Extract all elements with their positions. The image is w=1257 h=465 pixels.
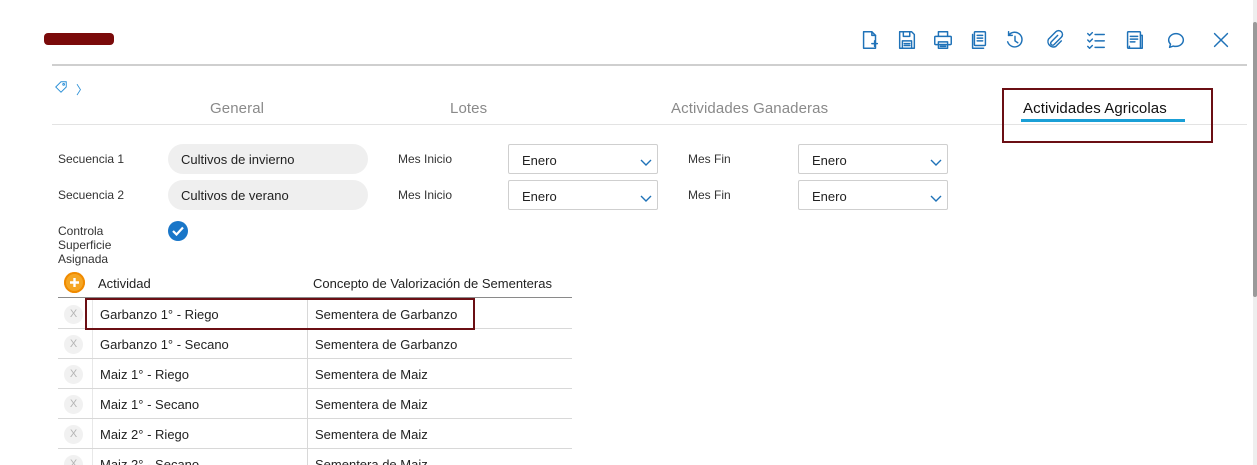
attach-icon[interactable] xyxy=(1042,28,1066,52)
cell-concepto[interactable]: Sementera de Maiz xyxy=(315,457,428,465)
cell-actividad[interactable]: Maiz 2° - Riego xyxy=(100,427,189,442)
tab-lotes[interactable]: Lotes xyxy=(450,100,487,117)
controla-superficie-label: Controla Superficie Asignada xyxy=(58,224,138,266)
cell-actividad[interactable]: Maiz 1° - Secano xyxy=(100,397,199,412)
plus-icon xyxy=(70,278,79,287)
secuencia1-mes-inicio-select[interactable]: Enero xyxy=(508,144,658,174)
delete-row-icon[interactable]: X xyxy=(64,335,83,354)
save-icon[interactable] xyxy=(895,28,919,52)
row-highlight-box xyxy=(85,298,475,330)
check-icon xyxy=(172,226,184,236)
cell-separator xyxy=(92,419,93,449)
cell-separator xyxy=(92,329,93,359)
secuencia1-mes-inicio-label: Mes Inicio xyxy=(398,152,453,166)
table-row[interactable]: X Garbanzo 1° - Secano Sementera de Garban… xyxy=(58,329,572,359)
secuencia2-mes-inicio-select[interactable]: Enero xyxy=(508,180,658,210)
tab-highlight-box xyxy=(1002,88,1213,143)
new-document-icon[interactable] xyxy=(858,28,882,52)
cell-separator xyxy=(307,419,308,449)
select-value: Enero xyxy=(522,153,557,168)
cell-actividad[interactable]: Maiz 1° - Riego xyxy=(100,367,189,382)
secuencia2-mes-inicio-label: Mes Inicio xyxy=(398,188,453,202)
secuencia1-mes-fin-select[interactable]: Enero xyxy=(798,144,948,174)
chevron-down-icon xyxy=(640,191,652,202)
checklist-icon[interactable] xyxy=(1084,28,1108,52)
cell-separator xyxy=(92,449,93,465)
secuencia1-label: Secuencia 1 xyxy=(58,152,125,166)
cell-separator xyxy=(307,389,308,419)
table-row[interactable]: X Maiz 1° - Secano Sementera de Maiz xyxy=(58,389,572,419)
comment-icon[interactable] xyxy=(1164,28,1188,52)
breadcrumb: 〉 xyxy=(54,80,88,98)
cell-separator xyxy=(307,449,308,465)
cell-separator xyxy=(307,329,308,359)
delete-row-icon[interactable]: X xyxy=(64,365,83,384)
breadcrumb-separator: 〉 xyxy=(76,82,89,97)
chevron-down-icon xyxy=(930,155,942,166)
cell-separator xyxy=(92,389,93,419)
delete-row-icon[interactable]: X xyxy=(64,455,83,465)
tab-actividades-ganaderas[interactable]: Actividades Ganaderas xyxy=(671,100,828,117)
controla-superficie-checkbox[interactable] xyxy=(168,221,188,241)
select-value: Enero xyxy=(522,189,557,204)
table-row[interactable]: X Maiz 1° - Riego Sementera de Maiz xyxy=(58,359,572,389)
secuencia2-label: Secuencia 2 xyxy=(58,188,125,202)
cell-concepto[interactable]: Sementera de Garbanzo xyxy=(315,337,457,352)
copy-icon[interactable] xyxy=(967,28,991,52)
redacted-title xyxy=(44,33,114,45)
select-value: Enero xyxy=(812,153,847,168)
cell-concepto[interactable]: Sementera de Maiz xyxy=(315,427,428,442)
controla-label-line: Controla xyxy=(58,224,104,238)
tag-icon[interactable] xyxy=(54,80,68,99)
table-row[interactable]: X Maiz 2° - Secano Sementera de Maiz xyxy=(58,449,572,465)
secuencia2-mes-fin-label: Mes Fin xyxy=(688,188,731,202)
delete-row-icon[interactable]: X xyxy=(64,395,83,414)
tab-general[interactable]: General xyxy=(210,100,264,117)
secuencia1-field[interactable]: Cultivos de invierno xyxy=(168,144,368,174)
cell-separator xyxy=(307,359,308,389)
scrollbar-thumb[interactable] xyxy=(1253,22,1257,297)
controla-label-line: Superficie xyxy=(58,238,112,252)
delete-row-icon[interactable]: X xyxy=(64,305,83,324)
scrollbar[interactable] xyxy=(1253,0,1257,465)
chevron-down-icon xyxy=(930,191,942,202)
secuencia1-mes-fin-label: Mes Fin xyxy=(688,152,731,166)
cell-actividad[interactable]: Maiz 2° - Secano xyxy=(100,457,199,465)
report-icon[interactable] xyxy=(1122,28,1146,52)
cell-concepto[interactable]: Sementera de Maiz xyxy=(315,397,428,412)
delete-row-icon[interactable]: X xyxy=(64,425,83,444)
history-icon[interactable] xyxy=(1003,28,1027,52)
controla-label-line: Asignada xyxy=(58,252,109,266)
print-icon[interactable] xyxy=(931,28,955,52)
secuencia2-field[interactable]: Cultivos de verano xyxy=(168,180,368,210)
add-row-button[interactable] xyxy=(64,272,85,293)
cell-concepto[interactable]: Sementera de Maiz xyxy=(315,367,428,382)
chevron-down-icon xyxy=(640,155,652,166)
header-divider xyxy=(52,64,1247,66)
column-header-actividad: Actividad xyxy=(98,276,151,291)
secuencia2-mes-fin-select[interactable]: Enero xyxy=(798,180,948,210)
cell-actividad[interactable]: Garbanzo 1° - Secano xyxy=(100,337,229,352)
close-icon[interactable] xyxy=(1209,28,1233,52)
cell-separator xyxy=(92,359,93,389)
table-row[interactable]: X Maiz 2° - Riego Sementera de Maiz xyxy=(58,419,572,449)
column-header-concepto: Concepto de Valorización de Sementeras xyxy=(313,276,552,291)
select-value: Enero xyxy=(812,189,847,204)
